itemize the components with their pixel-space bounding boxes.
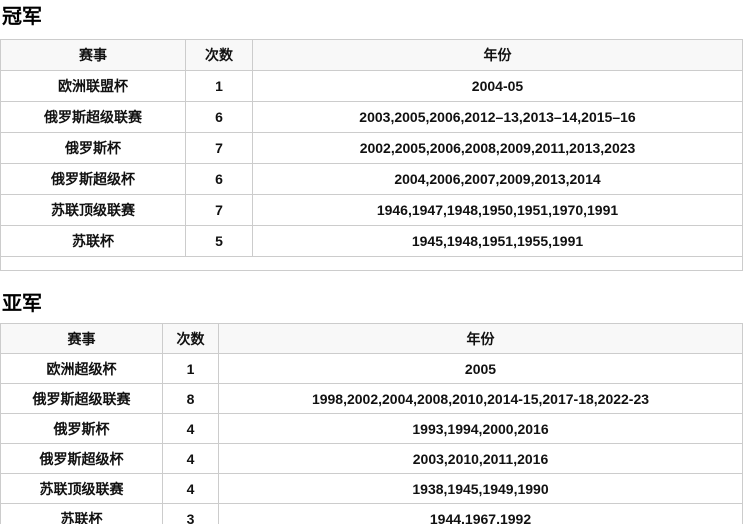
competition-cell: 俄罗斯超级联赛 bbox=[1, 384, 163, 414]
table-header-row: 赛事 次数 年份 bbox=[1, 40, 743, 71]
count-cell: 8 bbox=[163, 384, 219, 414]
competition-cell: 俄罗斯超级杯 bbox=[1, 164, 186, 195]
section-champions: 冠军 赛事 次数 年份 欧洲联盟杯12004-05俄罗斯超级联赛62003,20… bbox=[0, 5, 750, 271]
years-cell: 2004,2006,2007,2009,2013,2014 bbox=[253, 164, 743, 195]
competition-cell: 苏联杯 bbox=[1, 226, 186, 257]
years-cell: 1944,1967,1992 bbox=[219, 504, 743, 524]
competition-cell: 苏联顶级联赛 bbox=[1, 474, 163, 504]
column-header-years: 年份 bbox=[219, 324, 743, 354]
count-cell: 7 bbox=[186, 133, 253, 164]
count-cell: 1 bbox=[186, 71, 253, 102]
competition-cell: 俄罗斯超级杯 bbox=[1, 444, 163, 474]
years-cell: 2003,2005,2006,2012–13,2013–14,2015–16 bbox=[253, 102, 743, 133]
count-cell: 6 bbox=[186, 164, 253, 195]
years-cell: 2004-05 bbox=[253, 71, 743, 102]
years-cell: 1993,1994,2000,2016 bbox=[219, 414, 743, 444]
column-header-competition: 赛事 bbox=[1, 324, 163, 354]
years-cell: 1946,1947,1948,1950,1951,1970,1991 bbox=[253, 195, 743, 226]
competition-cell: 俄罗斯杯 bbox=[1, 414, 163, 444]
count-cell: 4 bbox=[163, 474, 219, 504]
table-row: 俄罗斯杯41993,1994,2000,2016 bbox=[1, 414, 743, 444]
table-row: 苏联顶级联赛41938,1945,1949,1990 bbox=[1, 474, 743, 504]
competition-cell: 俄罗斯杯 bbox=[1, 133, 186, 164]
years-cell: 1998,2002,2004,2008,2010,2014-15,2017-18… bbox=[219, 384, 743, 414]
competition-cell: 俄罗斯超级联赛 bbox=[1, 102, 186, 133]
empty-footer-row bbox=[1, 257, 743, 271]
section-title-runnersup: 亚军 bbox=[2, 292, 750, 316]
competition-cell: 苏联杯 bbox=[1, 504, 163, 524]
table-row: 俄罗斯超级联赛81998,2002,2004,2008,2010,2014-15… bbox=[1, 384, 743, 414]
count-cell: 3 bbox=[163, 504, 219, 524]
table-row: 苏联顶级联赛71946,1947,1948,1950,1951,1970,199… bbox=[1, 195, 743, 226]
table-row: 苏联杯31944,1967,1992 bbox=[1, 504, 743, 524]
table-row: 苏联杯51945,1948,1951,1955,1991 bbox=[1, 226, 743, 257]
table-header-row: 赛事 次数 年份 bbox=[1, 324, 743, 354]
empty-cell bbox=[1, 257, 743, 271]
column-header-count: 次数 bbox=[186, 40, 253, 71]
years-cell: 2003,2010,2011,2016 bbox=[219, 444, 743, 474]
column-header-competition: 赛事 bbox=[1, 40, 186, 71]
years-cell: 2002,2005,2006,2008,2009,2011,2013,2023 bbox=[253, 133, 743, 164]
count-cell: 7 bbox=[186, 195, 253, 226]
competition-cell: 欧洲超级杯 bbox=[1, 354, 163, 384]
section-runnersup: 亚军 赛事 次数 年份 欧洲超级杯12005俄罗斯超级联赛81998,2002,… bbox=[0, 292, 750, 524]
years-cell: 1945,1948,1951,1955,1991 bbox=[253, 226, 743, 257]
column-header-years: 年份 bbox=[253, 40, 743, 71]
table-row: 欧洲联盟杯12004-05 bbox=[1, 71, 743, 102]
champions-table: 赛事 次数 年份 欧洲联盟杯12004-05俄罗斯超级联赛62003,2005,… bbox=[0, 39, 743, 271]
table-row: 俄罗斯杯72002,2005,2006,2008,2009,2011,2013,… bbox=[1, 133, 743, 164]
count-cell: 1 bbox=[163, 354, 219, 384]
section-title-champions: 冠军 bbox=[2, 5, 750, 29]
page-content: 冠军 赛事 次数 年份 欧洲联盟杯12004-05俄罗斯超级联赛62003,20… bbox=[0, 5, 750, 524]
years-cell: 2005 bbox=[219, 354, 743, 384]
table-row: 俄罗斯超级杯62004,2006,2007,2009,2013,2014 bbox=[1, 164, 743, 195]
runnersup-table: 赛事 次数 年份 欧洲超级杯12005俄罗斯超级联赛81998,2002,200… bbox=[0, 323, 743, 524]
column-header-count: 次数 bbox=[163, 324, 219, 354]
years-cell: 1938,1945,1949,1990 bbox=[219, 474, 743, 504]
competition-cell: 欧洲联盟杯 bbox=[1, 71, 186, 102]
table-row: 俄罗斯超级联赛62003,2005,2006,2012–13,2013–14,2… bbox=[1, 102, 743, 133]
count-cell: 5 bbox=[186, 226, 253, 257]
competition-cell: 苏联顶级联赛 bbox=[1, 195, 186, 226]
table-row: 欧洲超级杯12005 bbox=[1, 354, 743, 384]
count-cell: 6 bbox=[186, 102, 253, 133]
count-cell: 4 bbox=[163, 444, 219, 474]
count-cell: 4 bbox=[163, 414, 219, 444]
table-row: 俄罗斯超级杯42003,2010,2011,2016 bbox=[1, 444, 743, 474]
